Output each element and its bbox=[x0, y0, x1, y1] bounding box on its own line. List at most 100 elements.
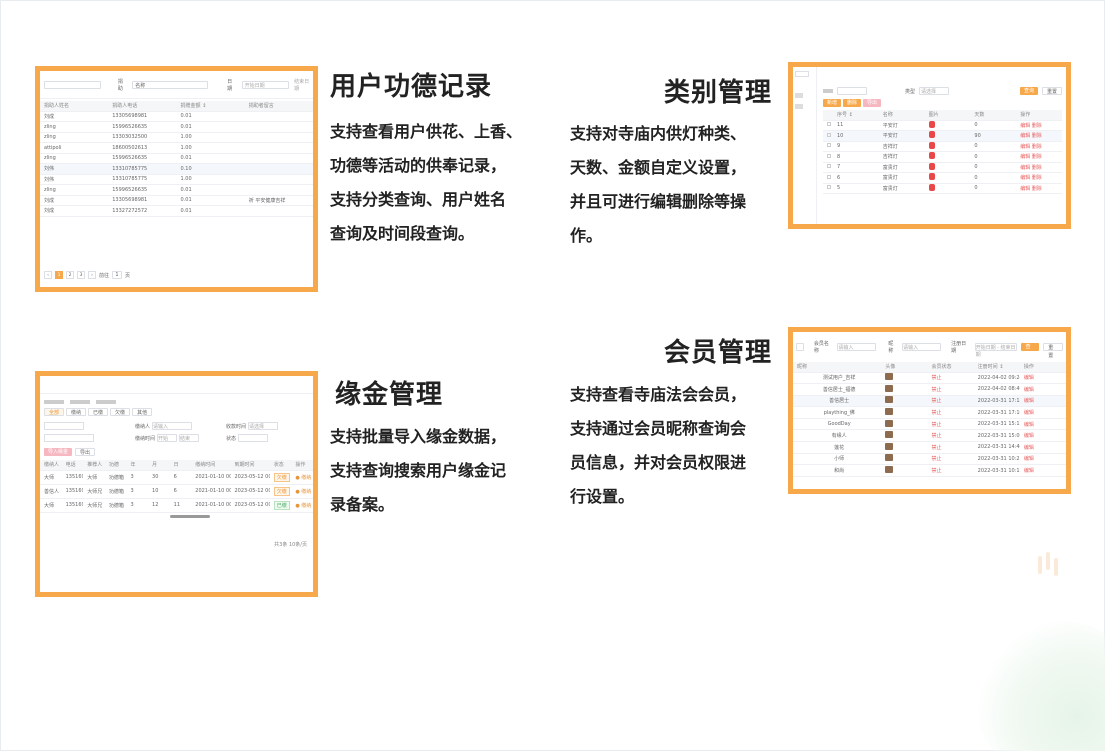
row-checkbox[interactable] bbox=[823, 143, 833, 149]
member-date-range-input[interactable]: 开始日期 - 结束日期 bbox=[974, 343, 1018, 358]
table-cell: 13305698981 bbox=[112, 113, 148, 120]
table-cell: 6 bbox=[173, 474, 177, 480]
karma-payer-input[interactable]: 请输入 bbox=[152, 422, 193, 430]
table-cell[interactable]: ● 缴纳 bbox=[291, 502, 313, 509]
member-avatar bbox=[881, 384, 927, 394]
avatar bbox=[885, 431, 894, 439]
table-cell[interactable]: ● 缴纳 bbox=[291, 474, 313, 481]
karma-status-select[interactable] bbox=[238, 434, 269, 442]
table-row: 小师 禁止 2022-03-31 10:21 编辑 bbox=[793, 454, 1066, 466]
row-checkbox[interactable] bbox=[823, 174, 833, 181]
merit-table: 捐助人姓名 捐助人电话 捐赠金额 ↕ 捐助者留言 刘成 13305698981 0.01 zl… bbox=[40, 101, 313, 217]
karma-tab[interactable]: 全部 bbox=[44, 408, 65, 416]
sidebar-item[interactable] bbox=[795, 104, 803, 109]
category-export-button[interactable]: 导出 bbox=[863, 99, 882, 107]
table-cell: 1.00 bbox=[180, 134, 192, 141]
table-cell: 0.01 bbox=[180, 123, 192, 130]
category-search-button[interactable]: 查询 bbox=[1019, 87, 1038, 95]
member-edit-link[interactable]: 编辑 bbox=[1020, 409, 1066, 416]
column-header: 操作 bbox=[295, 462, 306, 469]
prev-page-button[interactable]: ‹ bbox=[44, 271, 52, 279]
row-actions[interactable]: 编辑 删除 bbox=[1016, 143, 1062, 150]
karma-receive-input[interactable]: 请选择 bbox=[248, 422, 279, 430]
member-nickname: 有缘人 bbox=[831, 433, 847, 440]
column-header: 电话 bbox=[65, 462, 76, 469]
table-cell: 刘成 bbox=[44, 113, 55, 120]
page-button-1[interactable]: 1 bbox=[55, 271, 63, 279]
table-row: zling 15996526635 0.01 bbox=[40, 154, 313, 164]
karma-export-button[interactable]: 导出 bbox=[75, 448, 96, 456]
column-header: 头像 bbox=[885, 364, 896, 371]
column-header: 捐赠金额 ↕ bbox=[180, 103, 207, 110]
row-checkbox[interactable] bbox=[823, 185, 833, 191]
next-page-button[interactable]: › bbox=[88, 271, 96, 279]
member-edit-link[interactable]: 编辑 bbox=[1020, 397, 1066, 404]
member-registered-at: 2022-03-31 14:46 bbox=[977, 444, 1020, 451]
karma-tab[interactable]: 已缴 bbox=[88, 408, 109, 416]
category-desc-line: 天数、金额自定义设置， bbox=[570, 158, 747, 177]
table-cell: zling bbox=[44, 123, 56, 130]
row-actions[interactable]: 编辑 删除 bbox=[1016, 174, 1062, 181]
category-name-input[interactable] bbox=[837, 87, 867, 95]
lamp-icon bbox=[928, 120, 935, 128]
table-cell: 0 bbox=[974, 122, 978, 129]
category-add-button[interactable]: 新增 bbox=[823, 99, 842, 107]
member-reset-button[interactable]: 重置 bbox=[1043, 343, 1063, 359]
table-row: 大师13516934267大师功德箱33062021-01-10 00:0020… bbox=[40, 471, 313, 485]
member-edit-link[interactable]: 编辑 bbox=[1020, 455, 1066, 462]
category-reset-button[interactable]: 重置 bbox=[1041, 87, 1062, 95]
merit-screenshot: 捐助 名称 日期 开始日期 结束日期 捐助人姓名 捐助人电话 捐赠金额 ↕ 捐助者留言… bbox=[35, 66, 318, 292]
member-status: 禁止 bbox=[931, 444, 942, 451]
merit-search-input[interactable] bbox=[44, 80, 101, 89]
row-checkbox[interactable] bbox=[823, 132, 833, 139]
table-cell: 0.01 bbox=[180, 113, 192, 120]
member-edit-link[interactable]: 编辑 bbox=[1020, 374, 1066, 381]
category-desc-line: 并且可进行编辑删除等操 bbox=[570, 192, 747, 211]
member-nickname-input[interactable]: 请输入 bbox=[902, 343, 942, 351]
karma-filter-input[interactable] bbox=[44, 422, 84, 430]
page-button-2[interactable]: 2 bbox=[66, 271, 74, 279]
table-cell: 大师 bbox=[87, 474, 98, 481]
table-cell: 3 bbox=[130, 488, 134, 494]
row-actions[interactable]: 编辑 删除 bbox=[1016, 185, 1062, 192]
table-cell: 13310785775 bbox=[112, 176, 148, 183]
row-actions[interactable]: 编辑 删除 bbox=[1016, 122, 1062, 129]
karma-tab[interactable]: 其他 bbox=[132, 408, 153, 416]
row-actions[interactable]: 编辑 删除 bbox=[1016, 153, 1062, 160]
category-delete-button[interactable]: 删除 bbox=[843, 99, 862, 107]
table-cell: 0 bbox=[974, 185, 978, 192]
member-filter-input[interactable] bbox=[796, 343, 804, 351]
column-header: 天数 bbox=[974, 112, 985, 119]
member-edit-link[interactable]: 编辑 bbox=[1020, 432, 1066, 439]
karma-description: 支持批量导入缘金数据， 支持查询搜索用户缘金记 录备案。 bbox=[330, 420, 506, 522]
row-actions[interactable]: 编辑 删除 bbox=[1016, 164, 1062, 171]
member-edit-link[interactable]: 编辑 bbox=[1020, 467, 1066, 474]
karma-end-input[interactable]: 结束 bbox=[179, 434, 200, 442]
karma-tab[interactable]: 缴纳 bbox=[66, 408, 87, 416]
row-checkbox[interactable] bbox=[823, 153, 833, 160]
horizontal-scrollbar[interactable] bbox=[170, 514, 210, 518]
karma-tab[interactable]: 欠缴 bbox=[110, 408, 131, 416]
table-row: attipoli 18600502613 1.00 bbox=[40, 143, 313, 154]
member-search-button[interactable]: 查询 bbox=[1021, 343, 1040, 358]
sidebar-item[interactable] bbox=[795, 93, 803, 98]
table-header-row: 序号 ↕ 名称 图片 天数 操作 bbox=[823, 110, 1062, 121]
table-cell[interactable]: ● 缴纳 bbox=[291, 488, 313, 495]
table-cell: 3 bbox=[130, 502, 134, 508]
karma-filter-select[interactable] bbox=[44, 434, 94, 442]
row-checkbox[interactable] bbox=[823, 164, 833, 170]
row-actions[interactable]: 编辑 删除 bbox=[1016, 132, 1062, 139]
merit-start-date-input[interactable]: 开始日期 bbox=[241, 80, 290, 89]
member-name-input[interactable]: 请输入 bbox=[837, 343, 877, 351]
category-type-select[interactable]: 请选择 bbox=[919, 87, 950, 95]
table-row: zling 15996526635 0.01 bbox=[40, 122, 313, 133]
karma-import-button[interactable]: 导入缘金 bbox=[44, 448, 73, 456]
merit-name-input[interactable]: 名称 bbox=[132, 80, 209, 89]
goto-input[interactable]: 1 bbox=[112, 271, 123, 279]
member-edit-link[interactable]: 编辑 bbox=[1020, 444, 1066, 451]
member-edit-link[interactable]: 编辑 bbox=[1020, 421, 1066, 428]
karma-start-input[interactable]: 开始 bbox=[157, 434, 178, 442]
member-edit-link[interactable]: 编辑 bbox=[1020, 386, 1066, 393]
row-checkbox[interactable] bbox=[823, 122, 833, 128]
page-button-3[interactable]: 3 bbox=[77, 271, 85, 279]
